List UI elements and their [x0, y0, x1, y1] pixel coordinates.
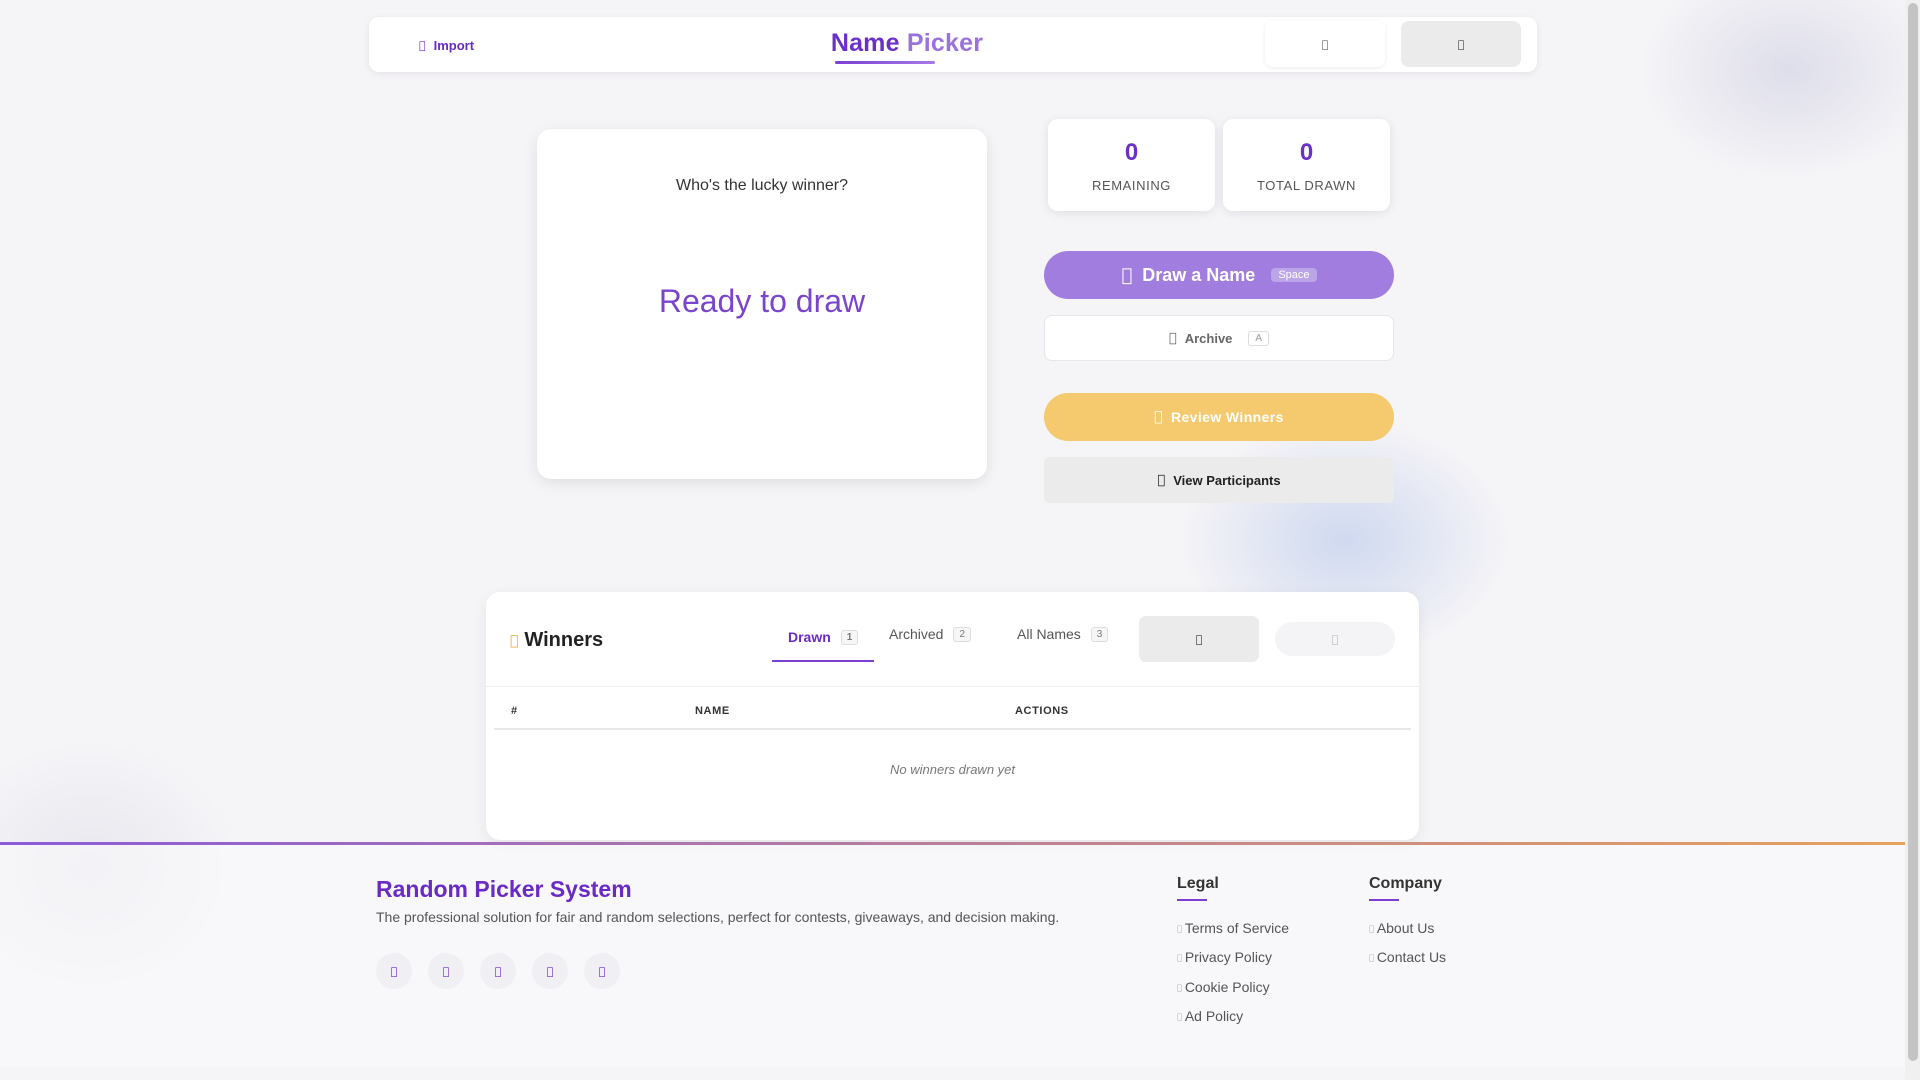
- chevron-right-icon: : [1369, 924, 1374, 933]
- tab-count-badge: 1: [840, 629, 859, 645]
- cookie-policy-link[interactable]:  Cookie Policy: [1177, 979, 1270, 995]
- draw-name-button[interactable]:  Draw a Name Space: [1044, 251, 1394, 299]
- tab-all-names[interactable]: All Names 3: [1017, 614, 1109, 654]
- draw-prompt: Who's the lucky winner?: [675, 177, 848, 194]
- archive-shortcut-badge: A: [1248, 330, 1270, 346]
- instagram-icon[interactable]: : [480, 953, 516, 989]
- sun-icon: : [1322, 38, 1329, 51]
- clear-winners-button[interactable]: : [1275, 622, 1395, 656]
- chevron-right-icon: : [1177, 983, 1182, 992]
- footer-legal-title: Legal: [1177, 875, 1219, 901]
- winners-panel:  Winners Drawn 1 Archived 2 All Names 3…: [486, 592, 1419, 840]
- tab-drawn[interactable]: Drawn 1: [772, 614, 875, 662]
- gear-icon: : [1458, 38, 1465, 51]
- review-winners-label: Review Winners: [1166, 409, 1283, 425]
- column-header-name: NAME: [695, 705, 730, 717]
- copy-icon: : [1196, 633, 1203, 646]
- total-drawn-stat-card: 0 TOTAL DRAWN: [1223, 119, 1390, 211]
- link-label: Terms of Service: [1180, 920, 1289, 936]
- empty-table-message: No winners drawn yet: [890, 762, 1015, 777]
- import-label: Import: [427, 37, 474, 53]
- ad-policy-link[interactable]:  Ad Policy: [1177, 1008, 1243, 1024]
- theme-toggle-button[interactable]: : [1265, 21, 1385, 67]
- tab-count-badge: 3: [1090, 626, 1109, 642]
- remaining-stat-card: 0 REMAINING: [1048, 119, 1215, 211]
- total-drawn-label: TOTAL DRAWN: [1256, 178, 1357, 193]
- chevron-right-icon: : [1177, 1012, 1182, 1021]
- archive-button[interactable]:  Archive A: [1044, 315, 1394, 361]
- space-shortcut-badge: Space: [1271, 268, 1317, 282]
- chevron-right-icon: : [1369, 953, 1374, 962]
- about-us-link[interactable]:  About Us: [1369, 920, 1434, 936]
- footer-company-title: Company: [1369, 875, 1442, 901]
- social-glyph: : [547, 965, 554, 978]
- contact-us-link[interactable]:  Contact Us: [1369, 949, 1446, 965]
- social-glyph: : [443, 965, 450, 978]
- trophy-icon: : [1154, 409, 1163, 425]
- remaining-count: 0: [1124, 139, 1139, 166]
- page-scrollbar[interactable]: [1905, 0, 1920, 1080]
- view-participants-label: View Participants: [1169, 472, 1280, 488]
- copy-winners-button[interactable]: : [1139, 616, 1259, 662]
- archive-label: Archive: [1180, 330, 1233, 346]
- trophy-icon: : [510, 633, 518, 649]
- tab-label: All Names: [1017, 626, 1081, 642]
- link-label: Ad Policy: [1180, 1008, 1243, 1024]
- app-title-word-1: Name: [830, 29, 900, 57]
- privacy-policy-link[interactable]:  Privacy Policy: [1177, 949, 1272, 965]
- winners-title: Winners: [516, 629, 603, 651]
- site-footer: Random Picker System The professional so…: [0, 845, 1905, 1067]
- top-header-bar:  Import Name Picker  : [369, 17, 1537, 72]
- tab-count-badge: 2: [953, 626, 972, 642]
- chevron-right-icon: : [1177, 924, 1182, 933]
- chevron-right-icon: : [1177, 953, 1182, 962]
- youtube-icon[interactable]: : [584, 953, 620, 989]
- shuffle-icon: : [1121, 265, 1132, 286]
- tab-label: Drawn: [788, 629, 831, 645]
- draw-display-card: Who's the lucky winner? Ready to draw: [537, 129, 987, 479]
- link-label: Contact Us: [1372, 949, 1446, 965]
- app-title-word-2: Picker: [906, 29, 984, 57]
- footer-brand: Random Picker System: [376, 876, 632, 902]
- column-header-number: #: [511, 705, 518, 717]
- archive-icon: : [1169, 331, 1177, 346]
- total-drawn-count: 0: [1299, 139, 1314, 166]
- footer-description: The professional solution for fair and r…: [376, 909, 1060, 925]
- facebook-icon[interactable]: : [376, 953, 412, 989]
- link-label: About Us: [1372, 920, 1435, 936]
- social-glyph: : [495, 965, 502, 978]
- twitter-icon[interactable]: : [428, 953, 464, 989]
- link-label: Privacy Policy: [1180, 949, 1272, 965]
- background-blob: [1640, 0, 1920, 180]
- review-winners-button[interactable]:  Review Winners: [1044, 393, 1394, 441]
- import-button[interactable]:  Import: [409, 31, 484, 59]
- social-glyph: : [599, 965, 606, 978]
- draw-status: Ready to draw: [658, 283, 866, 319]
- upload-icon: : [419, 39, 426, 52]
- social-glyph: : [391, 965, 398, 978]
- scrollbar-thumb[interactable]: [1908, 3, 1918, 1061]
- settings-button[interactable]: : [1401, 21, 1521, 67]
- panel-divider: [486, 686, 1419, 687]
- tab-archived[interactable]: Archived 2: [889, 614, 972, 654]
- winners-heading:  Winners: [510, 629, 603, 652]
- title-underline: [835, 61, 935, 64]
- remaining-label: REMAINING: [1091, 178, 1172, 193]
- trash-icon: : [1332, 633, 1339, 646]
- linkedin-icon[interactable]: : [532, 953, 568, 989]
- terms-of-service-link[interactable]:  Terms of Service: [1177, 920, 1289, 936]
- table-header-divider: [494, 728, 1411, 730]
- tab-label: Archived: [889, 626, 944, 642]
- link-label: Cookie Policy: [1180, 979, 1270, 995]
- view-participants-button[interactable]:  View Participants: [1044, 457, 1394, 503]
- app-title: Name Picker: [812, 29, 1002, 58]
- users-icon: : [1157, 473, 1165, 488]
- column-header-actions: ACTIONS: [1015, 705, 1069, 717]
- draw-name-label: Draw a Name: [1136, 264, 1255, 285]
